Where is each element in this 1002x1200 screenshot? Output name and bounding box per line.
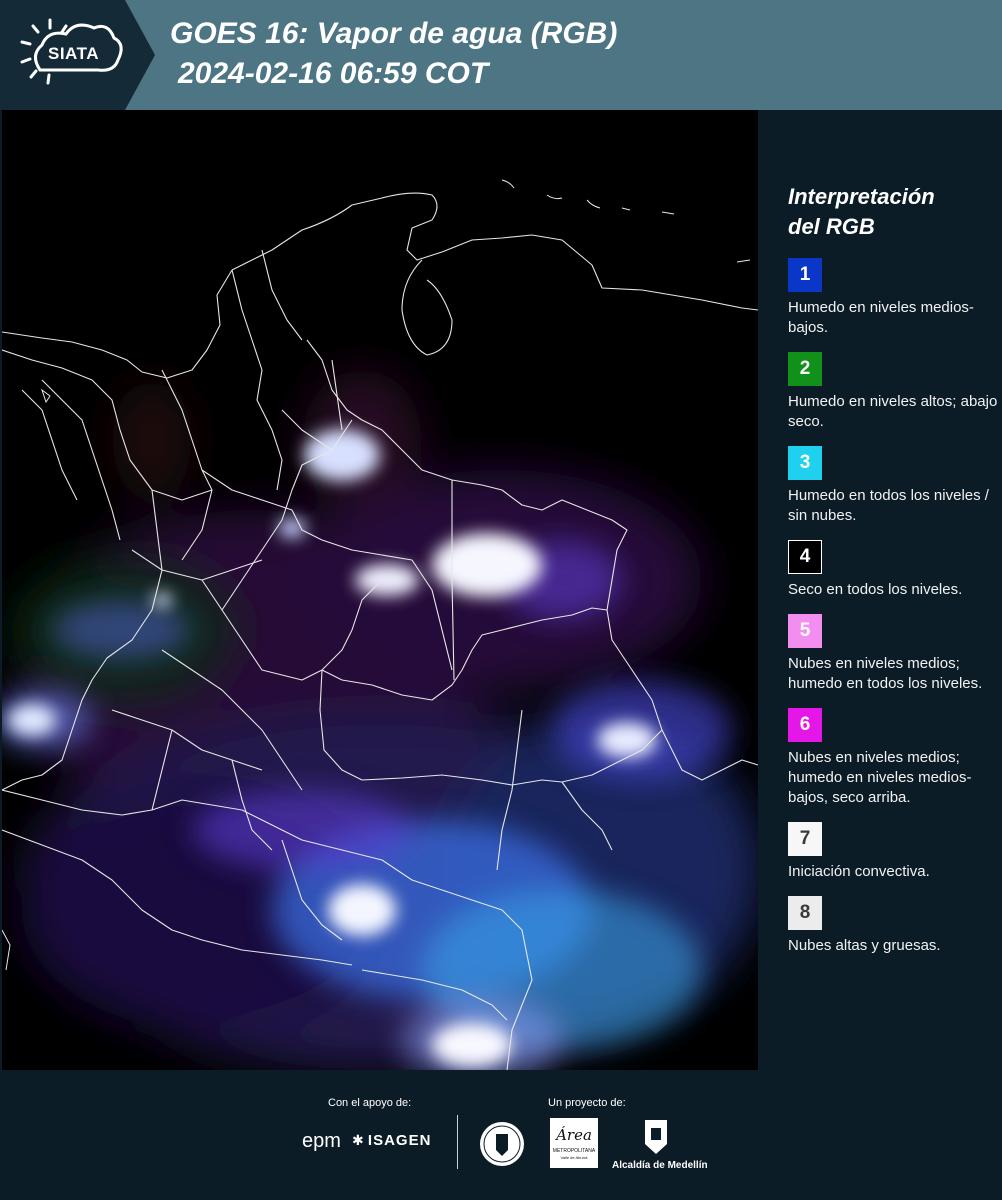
legend-item-2: 2 Humedo en niveles altos; abajo seco.: [788, 352, 998, 432]
isagen-logo: ✱ ISAGEN: [352, 1132, 431, 1149]
legend-item-3: 3 Humedo en todos los niveles / sin nubes…: [788, 446, 998, 526]
area-logo-sub2: Valle de Aburrá: [560, 1155, 588, 1160]
logo-text: SIATA: [48, 44, 99, 63]
legend-item-label: Iniciación convectiva.: [788, 863, 930, 880]
legend-item-label: Nubes en niveles medios; humedo en nivel…: [788, 749, 972, 806]
title-line-2: 2024-02-16 06:59 COT: [178, 57, 489, 90]
legend-item-label: Nubes altas y gruesas.: [788, 937, 941, 954]
legend-item-7: 7 Iniciación convectiva.: [788, 822, 998, 882]
legend-swatch: 1: [788, 258, 822, 292]
legend-item-label: Seco en todos los niveles.: [788, 581, 963, 598]
legend-items: 1 Humedo en niveles medios-bajos. 2 Humedo …: [788, 258, 998, 956]
footer: Con el apoyo de: Un proyecto de: epm ✱ I…: [0, 1070, 1002, 1200]
isagen-mark-icon: ✱: [352, 1132, 364, 1148]
legend-swatch: 6: [788, 708, 822, 742]
legend-swatch: 7: [788, 822, 822, 856]
siata-logo: SIATA: [0, 0, 155, 110]
legend-swatch: 8: [788, 896, 822, 930]
rgb-legend: Interpretación del RGB 1 Humedo en nivele…: [788, 182, 998, 970]
alcaldia-logo-text: Alcaldía de Medellín: [612, 1160, 708, 1171]
legend-item-label: Humedo en niveles altos; abajo seco.: [788, 393, 998, 430]
legend-swatch: 4: [788, 540, 822, 574]
epm-logo: epm: [302, 1130, 341, 1152]
legend-title: Interpretación del RGB: [788, 182, 998, 242]
legend-item-1: 1 Humedo en niveles medios-bajos.: [788, 258, 998, 338]
legend-title-line-1: Interpretación: [788, 184, 935, 209]
title-line-1: GOES 16: Vapor de agua (RGB): [170, 17, 618, 50]
legend-item-label: Humedo en niveles medios-bajos.: [788, 299, 974, 336]
legend-swatch: 5: [788, 614, 822, 648]
support-label: Con el apoyo de:: [328, 1097, 412, 1109]
seal-logo-icon: [480, 1122, 524, 1166]
project-label: Un proyecto de:: [548, 1097, 626, 1109]
legend-item-6: 6 Nubes en niveles medios; humedo en nive…: [788, 708, 998, 808]
legend-item-4: 4 Seco en todos los niveles.: [788, 540, 998, 600]
footer-divider: [457, 1115, 458, 1169]
legend-swatch: 2: [788, 352, 822, 386]
area-metropolitana-logo: Área METROPOLITANA Valle de Aburrá: [550, 1118, 598, 1168]
legend-item-label: Nubes en niveles medios; humedo en todos…: [788, 655, 983, 692]
isagen-logo-text: ISAGEN: [367, 1132, 432, 1149]
legend-title-line-2: del RGB: [788, 214, 875, 239]
satellite-map: [2, 110, 758, 1070]
page-title: GOES 16: Vapor de agua (RGB) 2024-02-16 …: [170, 14, 617, 94]
area-logo-word: Área: [556, 1126, 592, 1144]
area-logo-sub: METROPOLITANA: [552, 1148, 596, 1154]
alcaldia-shield-icon: [645, 1120, 667, 1154]
header-bar: SIATA GOES 16: Vapor de agua (RGB) 2024-…: [0, 0, 1002, 110]
legend-item-8: 8 Nubes altas y gruesas.: [788, 896, 998, 956]
legend-item-5: 5 Nubes en niveles medios; humedo en todo…: [788, 614, 998, 694]
legend-item-label: Humedo en todos los niveles / sin nubes.: [788, 487, 989, 524]
legend-swatch: 3: [788, 446, 822, 480]
